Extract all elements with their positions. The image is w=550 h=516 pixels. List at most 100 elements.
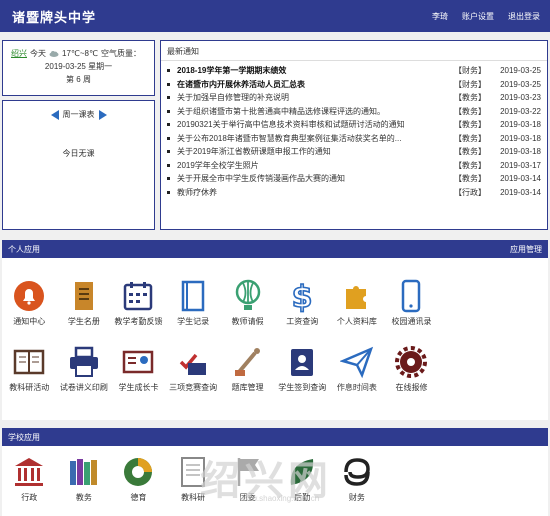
app-tile[interactable]: 试卷讲义印刷: [57, 344, 112, 392]
notice-item[interactable]: 关于开展全市中学生反传销漫画作品大赛的通知 【教务】 2019-03-14: [167, 172, 541, 186]
notice-item[interactable]: 关于组织诸暨市第十批普通高中精品选修课程评选的通知。 【教务】 2019-03-22: [167, 105, 541, 119]
bullet-icon: [167, 123, 170, 127]
notice-title: 2018-19学年第一学期期末绩效: [177, 66, 287, 75]
personal-apps-row: 教科研活动 试卷讲义印刷 学生成长卡 三项竞赛查询 题库管理 学生签到查询 作息时间表 在线报…: [2, 344, 548, 392]
app-tile[interactable]: 学生记录: [166, 278, 221, 326]
notice-title: 2019学年全校学生照片: [177, 160, 259, 170]
app-tile[interactable]: 团委: [220, 454, 275, 502]
week-number: 第 6 周: [66, 75, 91, 84]
weather-date: 2019-03-25 星期一: [44, 62, 113, 71]
notice-date: 2019-03-18: [500, 133, 541, 143]
app-tile[interactable]: 教务: [57, 454, 112, 502]
nav-user[interactable]: 李琦: [432, 11, 448, 22]
notice-category: 【教务】: [454, 174, 486, 183]
app-tile[interactable]: 学生名册: [57, 278, 112, 326]
app-tile[interactable]: 作息时间表: [330, 344, 385, 392]
school-apps-row: 行政 教务 德育 教科研 团委 后勤 财务: [2, 454, 548, 502]
notice-item[interactable]: 在诸暨市内开展休养活动人员汇总表 【财务】 2019-03-25: [167, 78, 541, 92]
notice-item[interactable]: 教师疗休养 【行政】 2019-03-14: [167, 186, 541, 200]
notice-date: 2019-03-23: [500, 93, 541, 102]
app-tile[interactable]: 学生签到查询: [275, 344, 330, 392]
notice-category: 【教务】: [454, 147, 486, 156]
notice-category: 【教务】: [454, 133, 486, 143]
app-tile[interactable]: 在线报修: [384, 344, 439, 392]
notice-title: 在诸暨市内开展休养活动人员汇总表: [177, 79, 305, 89]
prev-day-arrow-icon[interactable]: [50, 109, 59, 120]
notice-item[interactable]: 关于2019年浙江省教研课题申报工作的通知 【教务】 2019-03-18: [167, 145, 541, 159]
bullet-icon: [167, 96, 170, 100]
notice-category: 【教务】: [454, 106, 486, 116]
schedule-empty: 今日无课: [62, 149, 95, 158]
badge-icon: [284, 344, 320, 380]
nav-logout[interactable]: 退出登录: [508, 11, 540, 22]
bullet-icon: [167, 150, 170, 154]
notice-date: 2019-03-17: [500, 160, 541, 170]
notice-title: 关于开展全市中学生反传销漫画作品大赛的通知: [177, 174, 345, 183]
nav-account-settings[interactable]: 账户设置: [462, 11, 494, 22]
app-label: 个人资料库: [336, 317, 377, 326]
gear-icon: [393, 344, 429, 380]
app-tile[interactable]: 校园通讯录: [384, 278, 439, 326]
schedule-title: 周一课表: [62, 110, 95, 119]
app-tile[interactable]: 教科研活动: [2, 344, 57, 392]
document-icon: [175, 454, 211, 490]
app-label: 财务: [348, 493, 365, 502]
app-label: 团委: [239, 493, 256, 502]
app-tile[interactable]: 教科研: [166, 454, 221, 502]
dollar-icon: $: [284, 278, 320, 314]
app-tile[interactable]: 教师请假: [220, 278, 275, 326]
app-tile[interactable]: 三项竞赛查询: [166, 344, 221, 392]
flask-icon: [230, 344, 266, 380]
bullet-icon: [167, 69, 170, 73]
app-label: 行政: [21, 493, 38, 502]
books-icon: [66, 454, 102, 490]
app-label: 学生成长卡: [118, 383, 159, 392]
app-tile[interactable]: 教学考勤反馈: [111, 278, 166, 326]
leaf-icon: [284, 454, 320, 490]
notices-title: 最新通知: [161, 41, 547, 61]
app-tile[interactable]: 个人资料库: [330, 278, 385, 326]
notices-panel: 最新通知 2018-19学年第一学期期末绩效 【财务】 2019-03-25 在诸暨市…: [160, 40, 548, 230]
schedule-panel: 周一课表 今日无课: [2, 100, 155, 230]
notice-item[interactable]: 2019学年全校学生照片 【教务】 2019-03-17: [167, 159, 541, 173]
app-tile[interactable]: 题库管理: [220, 344, 275, 392]
app-label: 工资查询: [286, 317, 319, 326]
top-bar: 诸暨牌头中学 李琦 账户设置 退出登录: [0, 0, 550, 32]
bullet-icon: [167, 177, 170, 181]
puzzle-icon: [339, 278, 375, 314]
app-label: 教科研: [181, 493, 206, 502]
app-tile[interactable]: 后勤: [275, 454, 330, 502]
app-label: 作息时间表: [336, 383, 377, 392]
calendar-icon: [120, 278, 156, 314]
notice-title: 20190321关于举行高中信息技术资料审核和试题研讨活动的通知: [177, 120, 405, 129]
notice-item[interactable]: 关于公布2018年诸暨市智慧教育典型案例征集活动获奖名单的... 【教务】 2019…: [167, 132, 541, 146]
app-label: 题库管理: [231, 383, 264, 392]
bullet-icon: [167, 82, 170, 86]
notice-item[interactable]: 2018-19学年第一学期期末绩效 【财务】 2019-03-25: [167, 64, 541, 78]
card-icon: [120, 344, 156, 380]
notice-title: 关于组织诸暨市第十批普通高中精品选修课程评选的通知。: [177, 106, 385, 116]
app-tile[interactable]: 行政: [2, 454, 57, 502]
app-tile[interactable]: 通知中心: [2, 278, 57, 326]
notice-item[interactable]: 20190321关于举行高中信息技术资料审核和试题研讨活动的通知 【教务】 2019…: [167, 118, 541, 132]
app-tile[interactable]: $ 工资查询: [275, 278, 330, 326]
app-tile[interactable]: 财务: [330, 454, 385, 502]
notice-item[interactable]: 关于加强早自修管理的补充说明 【教务】 2019-03-23: [167, 91, 541, 105]
app-label: 学生签到查询: [278, 383, 327, 392]
weather-panel: 绍兴 今天 17℃~8℃ 空气质量： 2019-03-25 星期一 第 6 周: [2, 40, 155, 96]
app-tile[interactable]: 学生成长卡: [111, 344, 166, 392]
notice-date: 2019-03-14: [500, 187, 541, 197]
notice-title: 关于公布2018年诸暨市智慧教育典型案例征集活动获奖名单的...: [177, 133, 402, 143]
balloon-icon: [230, 278, 266, 314]
app-label: 教科研活动: [9, 383, 50, 392]
app-tile[interactable]: 德育: [111, 454, 166, 502]
notice-category: 【教务】: [454, 120, 486, 129]
bullet-icon: [167, 190, 170, 194]
next-day-arrow-icon[interactable]: [98, 109, 107, 120]
building-icon: [11, 454, 47, 490]
app-manage-link[interactable]: 应用管理: [510, 244, 542, 254]
roster-book-icon: [66, 278, 102, 314]
bullet-icon: [167, 136, 170, 140]
knot-icon: [339, 454, 375, 490]
weather-location[interactable]: 绍兴: [11, 47, 27, 60]
